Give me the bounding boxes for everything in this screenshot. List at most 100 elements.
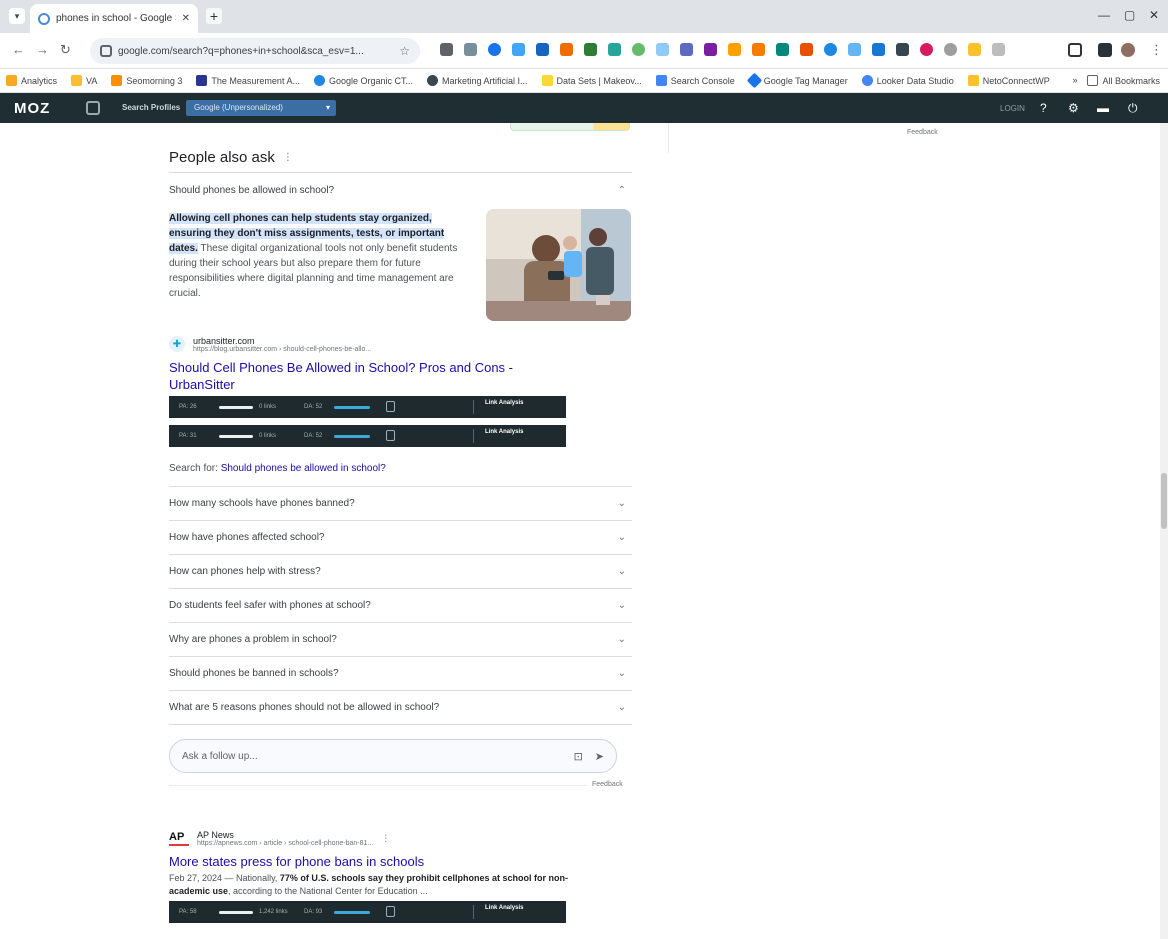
paa-question[interactable]: Why are phones a problem in school? ⌄ [169,623,632,657]
forward-arrow-icon[interactable]: → [36,42,49,57]
browser-tab-active[interactable]: phones in school - Google Se... ✕ [30,4,198,33]
answer-body: These digital organizational tools not o… [169,243,458,299]
result-title-link[interactable]: More states press for phone bans in scho… [169,853,629,870]
extension-icon[interactable] [488,43,501,56]
extension-icon[interactable] [800,43,813,56]
extension-icon[interactable] [752,43,765,56]
bookmark-item[interactable]: Marketing Artificial I... [427,75,528,86]
extension-icon[interactable] [704,43,717,56]
extension-icon[interactable] [992,43,1005,56]
extension-icon[interactable] [824,43,837,56]
extension-icon[interactable] [584,43,597,56]
paa-question[interactable]: What are 5 reasons phones should not be … [169,691,632,725]
site-info-icon[interactable] [100,45,112,57]
link-analysis-button[interactable]: Link Analysis [485,400,523,407]
extension-icon[interactable] [464,43,477,56]
link-analysis-button[interactable]: Link Analysis [485,429,523,436]
scrollbar-thumb[interactable] [1161,473,1167,529]
new-tab-button[interactable]: + [206,8,222,24]
more-options-icon[interactable]: ⋮ [283,152,293,163]
moz-export-icon[interactable] [86,101,100,115]
bookmark-item[interactable]: The Measurement A... [196,75,300,86]
extension-icon[interactable] [440,43,453,56]
bookmark-item[interactable]: VA [71,75,97,86]
extension-icon[interactable] [536,43,549,56]
bookmark-item[interactable]: Analytics [6,75,57,86]
extension-icon[interactable] [896,43,909,56]
sidebar-feedback-link[interactable]: Feedback [907,129,938,136]
tab-title: phones in school - Google Se... [56,13,176,24]
minimize-window-icon[interactable]: — [1098,8,1110,22]
extension-icon[interactable] [656,43,669,56]
chrome-menu-icon[interactable]: ⋮ [1150,42,1163,58]
link-analysis-button[interactable]: Link Analysis [485,905,523,912]
result-source[interactable]: AP AP News https://apnews.com › article … [169,825,632,851]
reload-icon[interactable]: ↻ [60,42,71,58]
bookmark-item[interactable]: Looker Data Studio [861,75,954,86]
bookmarks-overflow-icon[interactable]: » [1072,75,1077,86]
chevron-down-icon: ⌄ [617,702,626,713]
follow-up-input[interactable]: Ask a follow up... ⊡ ➤ [169,739,617,773]
close-window-icon[interactable]: ✕ [1149,8,1159,22]
search-for-link[interactable]: Should phones be allowed in school? [221,463,386,474]
feedback-link[interactable]: Feedback [592,781,623,788]
paa-question[interactable]: Do students feel safer with phones at sc… [169,589,632,623]
question-text: Why are phones a problem in school? [169,634,337,645]
profile-avatar[interactable] [1121,43,1135,57]
answer-thumbnail-image[interactable] [486,209,631,321]
extension-icon[interactable] [776,43,789,56]
paa-question[interactable]: How many schools have phones banned? ⌄ [169,487,632,521]
answer-source[interactable]: ✚ urbansitter.com https://blog.urbansitt… [169,331,632,357]
paa-question[interactable]: How can phones help with stress? ⌄ [169,555,632,589]
extension-icon[interactable] [944,43,957,56]
moz-login-link[interactable]: LOGIN [1000,104,1025,113]
moz-power-icon[interactable]: ⏻ [1128,101,1138,116]
paa-question[interactable]: How have phones affected school? ⌄ [169,521,632,555]
paa-answer: Allowing cell phones can help students s… [169,207,632,327]
extension-icon[interactable] [920,43,933,56]
extension-icon[interactable] [968,43,981,56]
pa-meter [219,435,253,438]
bookmark-star-icon[interactable]: ☆ [399,44,410,58]
moz-settings-icon[interactable]: ⚙ [1068,101,1079,115]
bookmark-item[interactable]: Data Sets | Makeov... [541,75,642,86]
da-meter [334,435,370,438]
bookmark-icon [196,75,208,86]
extension-icon[interactable] [512,43,525,56]
tab-search-icon[interactable]: ▾ [9,8,25,24]
extension-icon[interactable] [872,43,885,56]
address-bar[interactable]: google.com/search?q=phones+in+school&sca… [90,38,420,64]
bookmark-item[interactable]: Seomorning 3 [111,75,182,86]
extensions-puzzle-icon[interactable] [1068,43,1082,57]
more-options-icon[interactable]: ⋮ [381,833,390,844]
moz-minimize-icon[interactable]: ▬ [1097,101,1109,115]
extension-icon[interactable] [608,43,621,56]
paa-question-expanded[interactable]: Should phones be allowed in school? ⌃ [169,173,632,207]
search-results-page: Feedback People also ask ⋮ Should phones… [0,123,1168,939]
extension-icon[interactable] [848,43,861,56]
bookmark-item[interactable]: Google Organic CT... [313,75,413,86]
extension-icon[interactable] [560,43,573,56]
bookmark-item[interactable]: NetoConnectWP [967,75,1050,86]
extension-icon[interactable] [632,43,645,56]
extension-icon[interactable] [680,43,693,56]
chevron-down-icon: ⌄ [617,668,626,679]
scrollbar[interactable] [1160,123,1168,939]
maximize-window-icon[interactable]: ▢ [1124,8,1135,22]
help-icon[interactable]: ? [1040,101,1047,115]
sidebar-icon[interactable] [1098,43,1112,57]
lens-icon[interactable]: ⊡ [574,750,583,763]
paa-question[interactable]: Should phones be banned in schools? ⌄ [169,657,632,691]
tab-close-icon[interactable]: ✕ [182,13,190,24]
bookmark-item[interactable]: Google Tag Manager [746,72,848,89]
ap-news-logo: AP [169,830,189,846]
back-arrow-icon[interactable]: ← [12,42,25,57]
search-profile-select[interactable]: Google (Unpersonalized) ▾ [186,100,336,116]
bookmark-item[interactable]: Search Console [655,75,735,86]
all-bookmarks-button[interactable]: All Bookmarks [1087,75,1160,86]
extension-icon[interactable] [728,43,741,56]
answer-text: Allowing cell phones can help students s… [169,211,474,301]
send-icon[interactable]: ➤ [595,750,604,763]
answer-result-title-link[interactable]: Should Cell Phones Be Allowed in School?… [169,359,569,393]
moz-logo: MOZ [14,100,51,117]
